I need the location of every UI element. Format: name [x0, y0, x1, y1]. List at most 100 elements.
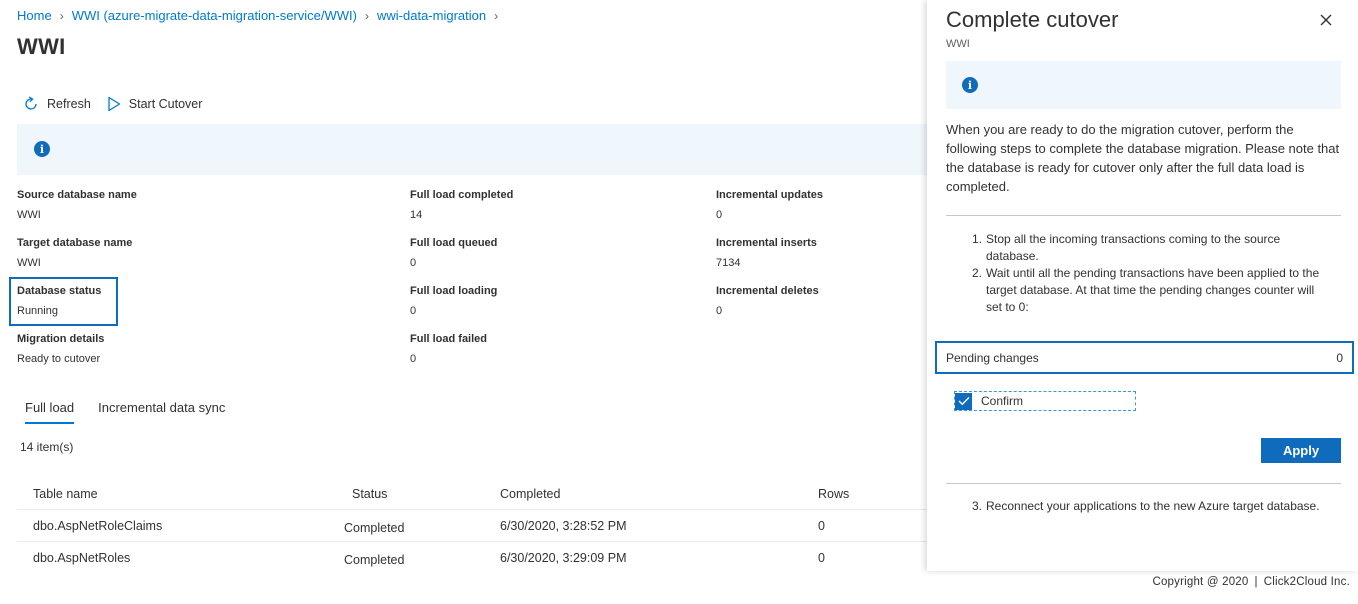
checkbox-box[interactable] [955, 392, 972, 410]
prop-value: Ready to cutover [17, 353, 101, 365]
pending-changes-box: Pending changes 0 [935, 341, 1354, 374]
prop-label: Full load failed [410, 333, 488, 345]
source-database-name: Source database name WWI [17, 189, 137, 221]
footer-separator: | [1254, 576, 1258, 588]
tab-incremental-data-sync[interactable]: Incremental data sync [98, 400, 225, 424]
cell-table-name: dbo.AspNetRoles [33, 551, 131, 565]
step-number: 2. [972, 266, 983, 280]
cell-completed: 6/30/2020, 3:28:52 PM [500, 519, 627, 533]
step-text: Reconnect your applications to the new A… [986, 499, 1320, 513]
incremental-inserts: Incremental inserts 7134 [716, 237, 817, 269]
page-title: WWI [17, 34, 66, 59]
footer: Copyright @ 2020 | Click2Cloud Inc. [1152, 576, 1350, 588]
full-load-queued: Full load queued 0 [410, 237, 497, 269]
prop-label: Incremental deletes [716, 285, 819, 297]
tables-grid: Table name Status Completed Rows dbo.Asp… [17, 478, 927, 574]
prop-label: Source database name [17, 189, 137, 201]
step-number: 3. [972, 499, 983, 513]
close-button[interactable] [1318, 12, 1334, 28]
divider [946, 483, 1341, 484]
prop-label: Target database name [17, 237, 133, 249]
tab-full-load[interactable]: Full load [25, 400, 75, 424]
cell-completed: 6/30/2020, 3:29:09 PM [500, 551, 627, 565]
item-count: 14 item(s) [20, 440, 74, 454]
complete-cutover-panel: Complete cutover WWI i When you are read… [927, 0, 1358, 571]
command-bar: Refresh Start Cutover [23, 96, 218, 112]
divider [946, 215, 1341, 216]
pending-changes-label: Pending changes [946, 351, 1039, 365]
info-icon: i [34, 141, 50, 157]
column-header-table-name[interactable]: Table name [33, 487, 98, 501]
prop-value: WWI [17, 257, 41, 269]
step-item: 2. Wait until all the pending transactio… [972, 265, 1332, 316]
step-item: 1. Stop all the incoming transactions co… [972, 231, 1332, 265]
chevron-right-icon: › [494, 8, 499, 23]
info-banner: i [17, 124, 927, 175]
chevron-right-icon: › [59, 8, 64, 23]
panel-subtitle: WWI [946, 38, 970, 50]
prop-value: WWI [17, 209, 41, 221]
prop-label: Full load completed [410, 189, 514, 201]
cell-table-name: dbo.AspNetRoleClaims [33, 519, 163, 533]
confirm-label: Confirm [981, 394, 1024, 408]
start-cutover-button[interactable]: Start Cutover [107, 96, 203, 112]
panel-title: Complete cutover [946, 7, 1119, 32]
full-load-failed: Full load failed 0 [410, 333, 487, 365]
step-number: 1. [972, 232, 983, 246]
cell-status: Completed [344, 553, 405, 567]
table-row[interactable]: dbo.AspNetRoleClaims Completed 6/30/2020… [17, 510, 927, 542]
tab-list: Full load Incremental data sync [25, 400, 249, 424]
prop-value: 14 [410, 209, 423, 221]
prop-value: 0 [410, 257, 417, 269]
checkmark-icon [958, 397, 969, 406]
cell-rows: 0 [818, 519, 825, 533]
prop-label: Full load loading [410, 285, 498, 297]
incremental-updates: Incremental updates 0 [716, 189, 823, 221]
refresh-button[interactable]: Refresh [23, 96, 91, 112]
prop-label: Migration details [17, 333, 105, 345]
target-database-name: Target database name WWI [17, 237, 132, 269]
database-status-highlight [9, 277, 118, 326]
prop-value: 0 [410, 353, 417, 365]
column-header-status[interactable]: Status [352, 487, 387, 501]
info-icon: i [962, 77, 978, 93]
column-header-rows[interactable]: Rows [818, 487, 849, 501]
cutover-steps: 1. Stop all the incoming transactions co… [972, 231, 1332, 316]
play-icon [108, 96, 120, 112]
breadcrumb-service-link[interactable]: WWI (azure-migrate-data-migration-servic… [72, 8, 357, 23]
breadcrumb-migration-link[interactable]: wwi-data-migration [377, 8, 486, 23]
breadcrumb: Home › WWI (azure-migrate-data-migration… [17, 8, 506, 23]
full-load-completed: Full load completed 14 [410, 189, 513, 221]
table-header-row: Table name Status Completed Rows [17, 478, 927, 510]
incremental-deletes: Incremental deletes 0 [716, 285, 819, 317]
panel-info-banner: i [946, 61, 1341, 109]
prop-label: Incremental inserts [716, 237, 817, 249]
refresh-icon [25, 96, 37, 110]
full-load-loading: Full load loading 0 [410, 285, 497, 317]
prop-label: Incremental updates [716, 189, 823, 201]
cutover-description: When you are ready to do the migration c… [946, 122, 1340, 194]
breadcrumb-home-link[interactable]: Home [17, 8, 52, 23]
close-icon [1320, 14, 1332, 26]
company-name: Click2Cloud Inc. [1263, 576, 1350, 588]
table-row[interactable]: dbo.AspNetRoles Completed 6/30/2020, 3:2… [17, 542, 927, 574]
copyright-text: Copyright @ 2020 [1152, 576, 1249, 588]
step-text: Wait until all the pending transactions … [986, 266, 1320, 314]
start-cutover-label: Start Cutover [128, 97, 203, 111]
prop-value: 0 [410, 305, 417, 317]
cell-status: Completed [344, 521, 405, 535]
column-header-completed[interactable]: Completed [500, 487, 560, 501]
pending-changes-value: 0 [1336, 351, 1343, 365]
chevron-right-icon: › [365, 8, 370, 23]
step-item: 3. Reconnect your applications to the ne… [972, 498, 1332, 515]
confirm-checkbox[interactable]: Confirm [954, 391, 1136, 411]
apply-button[interactable]: Apply [1261, 438, 1341, 463]
step-text: Stop all the incoming transactions comin… [986, 232, 1281, 263]
prop-value: 0 [716, 209, 723, 221]
migration-details: Migration details Ready to cutover [17, 333, 104, 365]
prop-value: 7134 [716, 257, 741, 269]
refresh-label: Refresh [47, 97, 91, 111]
prop-value: 0 [716, 305, 723, 317]
cell-rows: 0 [818, 551, 825, 565]
prop-label: Full load queued [410, 237, 498, 249]
